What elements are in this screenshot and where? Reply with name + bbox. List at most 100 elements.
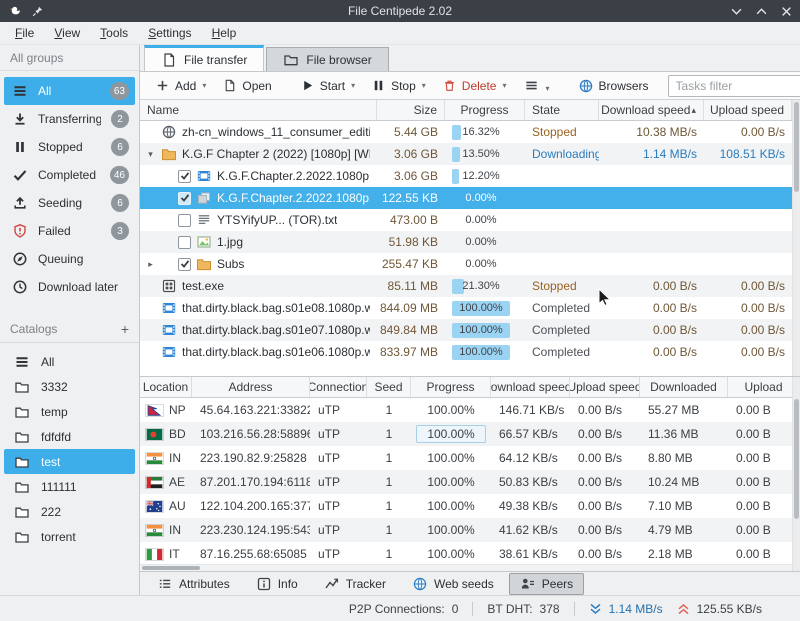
peer-address-value: 122.104.200.165:37738 [200, 499, 310, 513]
transfer-vertical-scrollbar[interactable] [792, 100, 800, 376]
peer-row[interactable]: IN223.190.82.9:25828uTP1100.00%64.12 KB/… [140, 446, 800, 470]
delete-button[interactable]: Delete▾ [435, 75, 514, 96]
tab-file-browser[interactable]: File browser [266, 47, 388, 71]
minimize-button[interactable] [731, 6, 742, 17]
transfer-row[interactable]: ▾K.G.F Chapter 2 (2022) [1080p] [WEBRip]… [140, 143, 800, 165]
stop-button[interactable]: Stop▾ [364, 75, 433, 96]
progress-bar: 0.00% [452, 213, 510, 228]
row-checkbox[interactable] [178, 192, 191, 205]
peer-column-header-location[interactable]: Location [140, 377, 192, 397]
open-button[interactable]: Open [215, 75, 278, 96]
column-header-upload-speed[interactable]: Upload speed [704, 100, 792, 120]
more-menu-button[interactable]: ▾ [516, 75, 557, 96]
bottom-tab-peers[interactable]: Peers [509, 573, 584, 595]
close-button[interactable] [781, 6, 792, 17]
transfer-row[interactable]: 1.jpg51.98 KB0.00% [140, 231, 800, 253]
column-header-progress[interactable]: Progress [445, 100, 525, 120]
peer-column-header-connection[interactable]: Connection [310, 377, 367, 397]
menu-item-file[interactable]: File [6, 23, 43, 43]
row-checkbox[interactable] [178, 214, 191, 227]
row-checkbox[interactable] [178, 236, 191, 249]
menu-item-settings[interactable]: Settings [139, 23, 200, 43]
peer-row[interactable]: AU122.104.200.165:37738uTP1100.00%49.38 … [140, 494, 800, 518]
pin-icon[interactable] [31, 5, 44, 18]
catalog-item-111111[interactable]: 111111 [4, 474, 135, 499]
transfer-row[interactable]: ▸Subs255.47 KB0.00% [140, 253, 800, 275]
peers-horizontal-scrollbar[interactable] [140, 564, 792, 571]
browsers-button[interactable]: Browsers [571, 75, 656, 97]
sidebar-item-completed[interactable]: Completed46 [4, 161, 135, 189]
bottom-tab-attributes[interactable]: Attributes [146, 573, 241, 595]
progress-text: 21.30% [452, 279, 510, 294]
transfer-row[interactable]: that.dirty.black.bag.s01e07.1080p.web.h2… [140, 319, 800, 341]
column-header-size[interactable]: Size [377, 100, 445, 120]
peer-upload-speed-value: 0.00 B/s [578, 523, 622, 537]
peer-uploaded-value: 0.00 B [736, 499, 771, 513]
peer-column-header-download-speed[interactable]: Download speed▴ [491, 377, 570, 397]
transfer-row[interactable]: test.exe85.11 MB21.30%Stopped0.00 B/s0.0… [140, 275, 800, 297]
add-button[interactable]: Add▾ [148, 75, 213, 96]
catalog-item-222[interactable]: 222 [4, 499, 135, 524]
row-checkbox[interactable] [178, 258, 191, 271]
peers-vertical-scrollbar[interactable] [792, 377, 800, 571]
expander-icon[interactable]: ▾ [145, 149, 156, 160]
tasks-filter-input[interactable] [669, 79, 800, 93]
window-title: File Centipede 2.02 [0, 4, 800, 18]
menu-item-help[interactable]: Help [203, 23, 246, 43]
sidebar-item-seeding[interactable]: Seeding6 [4, 189, 135, 217]
country-code: AU [169, 499, 186, 513]
peer-column-header-downloaded[interactable]: Downloaded [640, 377, 728, 397]
start-button[interactable]: Start▾ [293, 75, 362, 96]
peer-column-header-seed[interactable]: Seed [367, 377, 411, 397]
maximize-button[interactable] [756, 6, 767, 17]
peer-column-header-address[interactable]: Address [192, 377, 310, 397]
sidebar-item-download-later[interactable]: Download later [4, 273, 135, 301]
bt-dht-value: 378 [540, 602, 560, 616]
menu-item-view[interactable]: View [45, 23, 89, 43]
peer-upload-speed-cell: 0.00 B/s [570, 470, 640, 494]
catalog-item-label: 3332 [41, 380, 68, 394]
transfer-row[interactable]: K.G.F.Chapter.2.2022.1080p.WEBRip.x···3.… [140, 165, 800, 187]
catalog-item-test[interactable]: test [4, 449, 135, 474]
bottom-tab-info[interactable]: Info [245, 573, 309, 595]
tab-file-transfer[interactable]: File transfer [144, 45, 264, 71]
peer-row[interactable]: AE87.201.170.194:61186uTP1100.00%50.83 K… [140, 470, 800, 494]
sidebar-item-failed[interactable]: Failed3 [4, 217, 135, 245]
transfer-row[interactable]: that.dirty.black.bag.s01e08.1080p.web.h2… [140, 297, 800, 319]
webseeds-icon [412, 576, 428, 592]
sidebar-item-transferring[interactable]: Transferring2 [4, 105, 135, 133]
sidebar-item-stopped[interactable]: Stopped6 [4, 133, 135, 161]
catalog-item-temp[interactable]: temp [4, 399, 135, 424]
country-flag-icon-bd [146, 429, 163, 440]
peer-row[interactable]: BD103.216.56.28:58896uTP1100.00%66.57 KB… [140, 422, 800, 446]
transfer-row[interactable]: K.G.F.Chapter.2.2022.1080p.WEBRip.x···12… [140, 187, 800, 209]
expander-icon[interactable]: ▸ [145, 259, 156, 270]
peer-column-header-upload-speed[interactable]: Upload speed [570, 377, 640, 397]
catalog-item-all[interactable]: All [4, 349, 135, 374]
bottom-tab-web-seeds[interactable]: Web seeds [401, 573, 505, 595]
file-type-icon [196, 212, 212, 228]
menu-item-tools[interactable]: Tools [91, 23, 137, 43]
peer-column-header-upload[interactable]: Upload [728, 377, 800, 397]
catalog-item-fdfdfd[interactable]: fdfdfd [4, 424, 135, 449]
catalog-item-3332[interactable]: 3332 [4, 374, 135, 399]
catalog-item-torrent[interactable]: torrent [4, 524, 135, 549]
peer-row[interactable]: NP45.64.163.221:33822uTP1100.00%146.71 K… [140, 398, 800, 422]
column-header-download-speed[interactable]: Download speed▴ [599, 100, 704, 120]
peer-downloaded-value: 55.27 MB [648, 403, 699, 417]
peer-row[interactable]: IT87.16.255.68:65085uTP1100.00%38.61 KB/… [140, 542, 800, 566]
peer-column-header-progress[interactable]: Progress [411, 377, 491, 397]
column-header-name[interactable]: Name [140, 100, 377, 120]
bottom-tab-tracker[interactable]: Tracker [313, 573, 397, 595]
peer-row[interactable]: IN223.230.124.195:54348uTP1100.00%41.62 … [140, 518, 800, 542]
add-catalog-button[interactable]: + [121, 321, 129, 337]
sidebar-item-queuing[interactable]: Queuing [4, 245, 135, 273]
peer-progress-cell: 100.00% [411, 398, 491, 422]
file-name: test.exe [182, 279, 224, 293]
column-header-state[interactable]: State [525, 100, 599, 120]
transfer-row[interactable]: zh-cn_windows_11_consumer_editions_upd··… [140, 121, 800, 143]
sidebar-item-all[interactable]: All63 [4, 77, 135, 105]
row-checkbox[interactable] [178, 170, 191, 183]
transfer-row[interactable]: that.dirty.black.bag.s01e06.1080p.web.h2… [140, 341, 800, 363]
transfer-row[interactable]: YTSYifyUP... (TOR).txt473.00 B0.00% [140, 209, 800, 231]
